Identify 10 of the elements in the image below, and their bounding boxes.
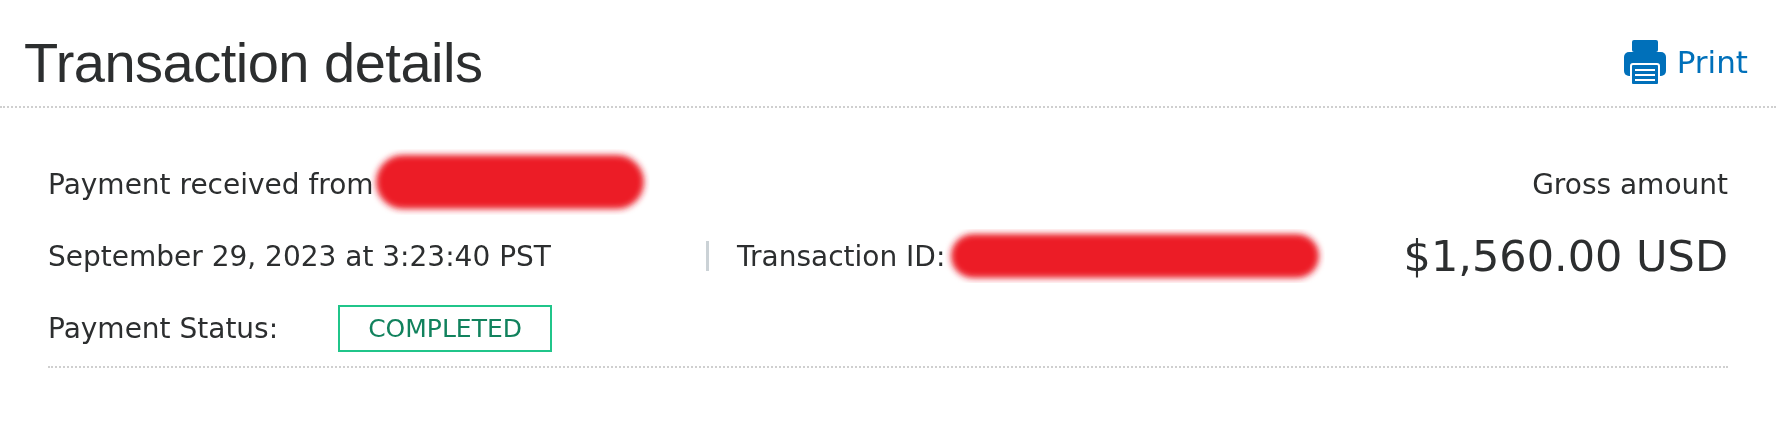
- page-title: Transaction details: [24, 29, 483, 95]
- gross-amount: $1,560.00 USD: [1403, 231, 1728, 281]
- printer-icon: [1622, 38, 1667, 86]
- print-button[interactable]: Print: [1622, 38, 1748, 86]
- status-badge: COMPLETED: [338, 304, 552, 352]
- received-from-label: Payment received from: [48, 167, 374, 201]
- transaction-date: September 29, 2023 at 3:23:40 PST: [48, 239, 552, 273]
- gross-amount-label: Gross amount: [1532, 167, 1728, 201]
- payment-status-label: Payment Status:: [48, 311, 279, 345]
- transaction-id-label: Transaction ID:: [737, 239, 946, 273]
